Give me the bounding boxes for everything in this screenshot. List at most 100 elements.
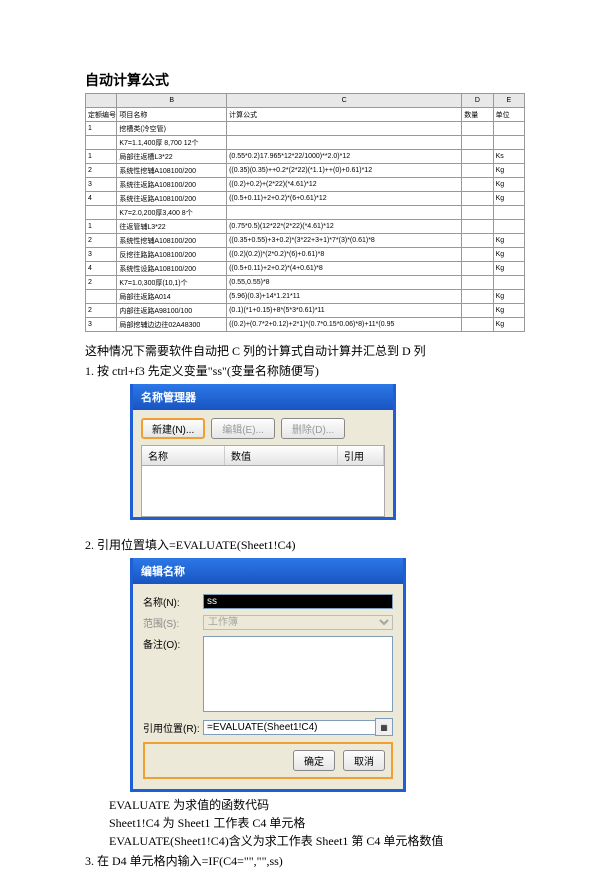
table-row: 1局部往返槽L3*22(0.55*0.2)17.965*12*22/1000)*… [86,150,525,164]
hdr-qty: 数量 [462,108,493,122]
table-row: 4系统性设路A108100/200((0.5+0.11)+2+0.2)*(4+0… [86,262,525,276]
cell: 1 [86,122,117,136]
hdr-formula: 计算公式 [227,108,462,122]
cell: Kg [493,164,524,178]
ok-button[interactable]: 确定 [293,750,335,771]
cell: ((0.2)+0.2)+(2*22)(*4.61)*12 [227,178,462,192]
cell: 系统性挖辅A108100/200 [117,164,227,178]
page-title: 自动计算公式 [85,70,510,90]
cell: 4 [86,262,117,276]
table-row: 3系统往返路A108100/200((0.2)+0.2)+(2*22)(*4.6… [86,178,525,192]
table-row: 1往返管辅L3*22(0.75*0.5)(12*22*(2*22)(*4.61)… [86,220,525,234]
cell [86,290,117,304]
cell: (0.55*0.2)17.965*12*22/1000)**2.0)*12 [227,150,462,164]
cell: 3 [86,318,117,332]
cell [462,248,493,262]
col-value-header: 数值 [225,446,338,465]
cell: 2 [86,276,117,290]
cell: Kg [493,304,524,318]
cell: Kg [493,234,524,248]
table-row: 2系统性挖辅A108100/200((0.35+0.55)+3+0.2)*(3*… [86,234,525,248]
cell: 1 [86,220,117,234]
cell: Ks [493,150,524,164]
list-header: 名称 数值 引用 [141,445,385,466]
edit-button[interactable]: 编辑(E)... [211,418,275,439]
cell: 局部往返槽L3*22 [117,150,227,164]
column-letters-row: B C D E [86,94,525,108]
ref-input[interactable] [203,720,376,735]
cell: ((0.2)+(0.7*2+0.12)+2*1)*(0.7*0.15*0.06)… [227,318,462,332]
step-2: 2. 引用位置填入=EVALUATE(Sheet1!C4) [85,536,510,554]
cell: ((0.5+0.11)+2+0.2)*(4+0.61)*8 [227,262,462,276]
cell: 系统性挖辅A108100/200 [117,234,227,248]
ref-picker-icon[interactable]: ▦ [375,718,393,736]
table-row: K7=1.1,400厚 8,700 12个 [86,136,525,150]
cell [462,262,493,276]
col-d: D [462,94,493,108]
cell: K7=2.0,200厚3,400 8个 [117,206,227,220]
col-e: E [493,94,524,108]
cell: K7=1.1,400厚 8,700 12个 [117,136,227,150]
note-1: EVALUATE 为求值的函数代码 [109,796,510,814]
spreadsheet-table: B C D E 定额编号 项目名称 计算公式 数量 单位 1挖槽类(冷空管)K7… [85,93,525,332]
cell: 2 [86,304,117,318]
col-c: C [227,94,462,108]
cell: 局部挖辅边边往02A48300 [117,318,227,332]
cell: 内部往返路A98100/100 [117,304,227,318]
new-button[interactable]: 新建(N)... [141,418,205,439]
cell [462,164,493,178]
cell [493,206,524,220]
name-input[interactable] [203,594,393,609]
cell [86,136,117,150]
cell: 1 [86,150,117,164]
cell: 3 [86,178,117,192]
cancel-button[interactable]: 取消 [343,750,385,771]
comment-textarea[interactable] [203,636,393,712]
cell: ((0.5+0.11)+2+0.2)*(6+0.61)*12 [227,192,462,206]
cell [462,136,493,150]
cell [227,122,462,136]
cell: 局部往返路A014 [117,290,227,304]
cell: 2 [86,164,117,178]
table-row: 3反挖往路路A108100/200((0.2)(0.2))*(2*0.2)*(6… [86,248,525,262]
cell: Kg [493,178,524,192]
note-3: EVALUATE(Sheet1!C4)含义为求工作表 Sheet1 第 C4 单… [109,832,510,850]
cell: (5.96)(0.3)+14*1.21*11 [227,290,462,304]
table-row: 2K7=1.0,300厚(10,1)个(0.55,0.55)*8 [86,276,525,290]
cell [493,122,524,136]
cell: (0.55,0.55)*8 [227,276,462,290]
table-row: 2内部往返路A98100/100(0.1)(*1+0.15)+8*(5*3*0.… [86,304,525,318]
table-row: 1挖槽类(冷空管) [86,122,525,136]
cell [227,136,462,150]
cell: 系统性设路A108100/200 [117,262,227,276]
cell [493,136,524,150]
col-a [86,94,117,108]
table-row: K7=2.0,200厚3,400 8个 [86,206,525,220]
col-ref-header: 引用 [338,446,384,465]
cell: Kg [493,290,524,304]
delete-button[interactable]: 删除(D)... [281,418,345,439]
cell [462,304,493,318]
cell [227,206,462,220]
cell: K7=1.0,300厚(10,1)个 [117,276,227,290]
cell [462,150,493,164]
name-manager-dialog: 名称管理器 新建(N)... 编辑(E)... 删除(D)... 名称 数值 引… [130,384,396,520]
cell [462,290,493,304]
cell: 挖槽类(冷空管) [117,122,227,136]
cell: 3 [86,248,117,262]
list-body [141,466,385,517]
ref-label: 引用位置(R): [143,720,203,735]
col-name-header: 名称 [142,446,225,465]
cell [462,178,493,192]
cell [462,220,493,234]
cell: ((0.35)(0.35)++0.2*(2*22)(*1.1)++(0)+0.6… [227,164,462,178]
cell: Kg [493,318,524,332]
cell: (0.1)(*1+0.15)+8*(5*3*0.61)*11 [227,304,462,318]
cell: ((0.2)(0.2))*(2*0.2)*(6)+0.61)*8 [227,248,462,262]
cell [462,122,493,136]
scope-select: 工作簿 [203,615,393,630]
cell: 系统往返路A108100/200 [117,192,227,206]
step-1: 1. 按 ctrl+f3 先定义变量"ss"(变量名称随便写) [85,362,510,380]
cell: 系统往返路A108100/200 [117,178,227,192]
cell [493,220,524,234]
